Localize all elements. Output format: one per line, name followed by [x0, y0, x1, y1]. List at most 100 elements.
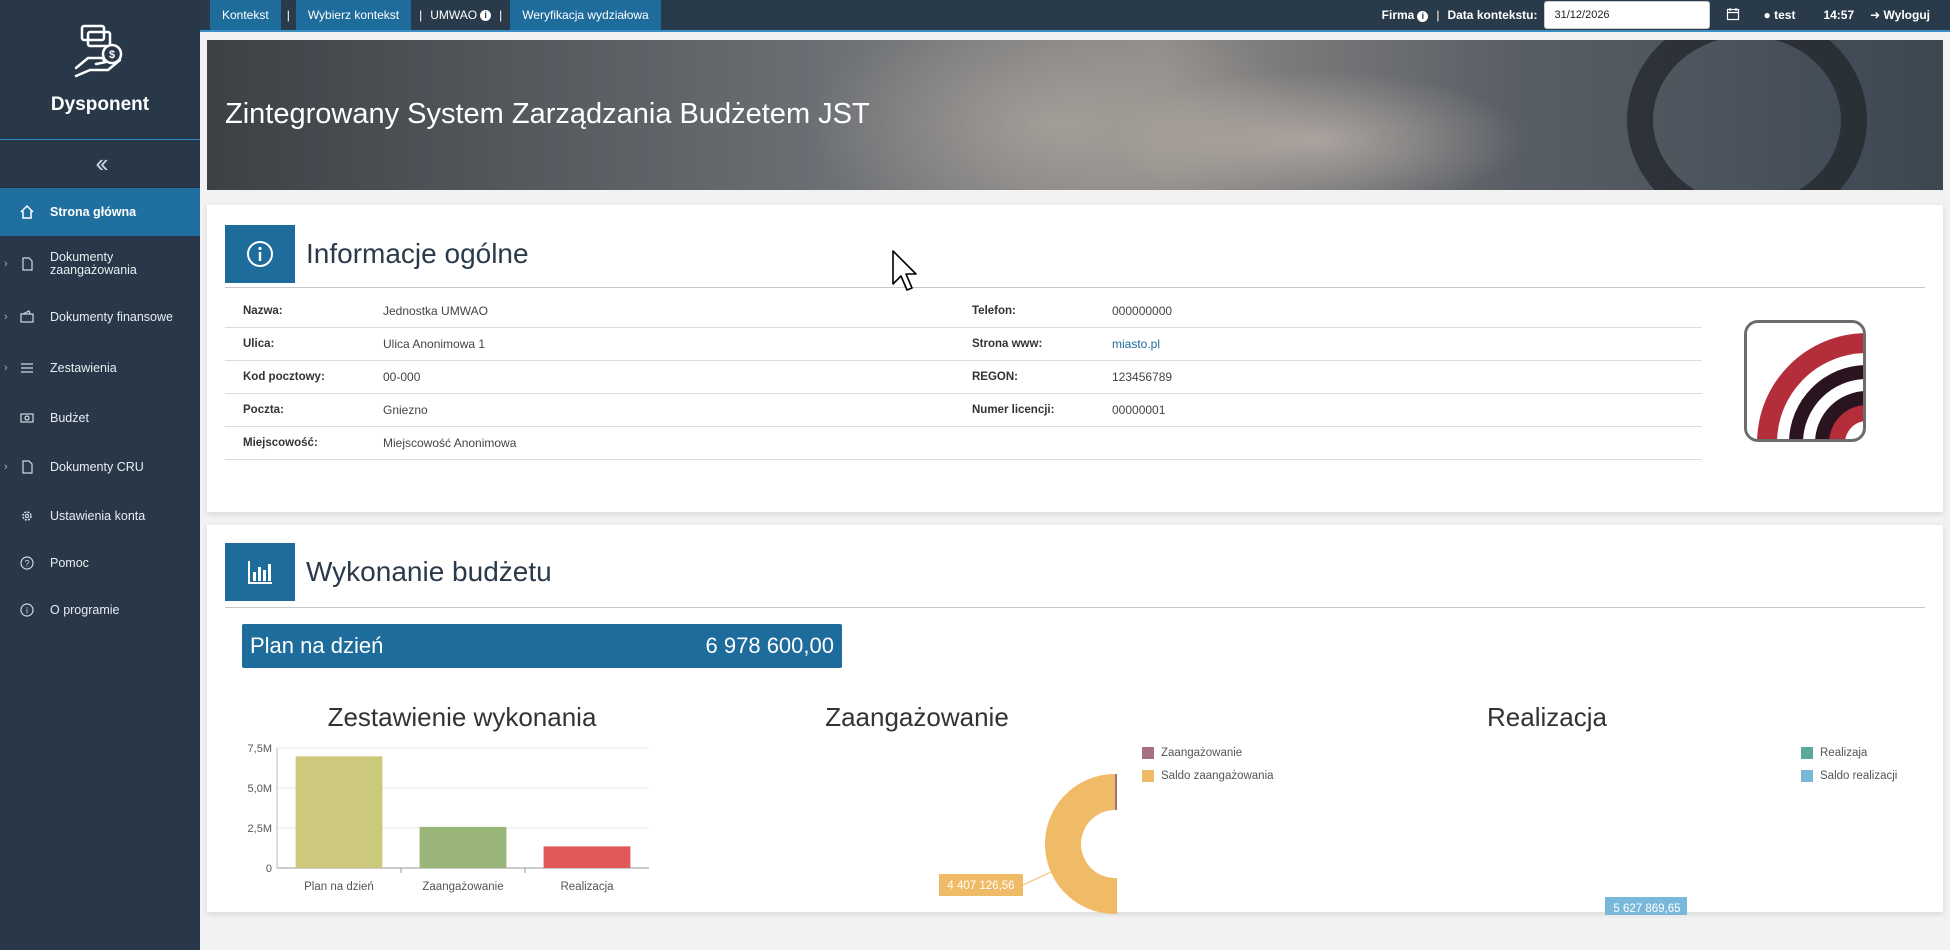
info-panel: Informacje ogólne Nazwa: Jednostka UMWAO… [207, 205, 1943, 512]
firma-label[interactable]: Firma i [1382, 8, 1429, 22]
budget-section-header: Wykonanie budżetu [225, 543, 552, 601]
legend-item[interactable]: Saldo zaangażowania [1142, 764, 1274, 787]
realizacja-legend: Realizaja Saldo realizacji [1801, 741, 1897, 787]
banner-watch-image [1627, 40, 1867, 190]
data-label: 4 407 126,56 [947, 880, 1014, 892]
strona-www-link[interactable]: miasto.pl [1112, 328, 1160, 360]
weryfikacja-wydzialowa-button[interactable]: Weryfikacja wydziałowa [510, 0, 661, 30]
divider [225, 607, 1925, 608]
chevron-right-icon: › [4, 257, 8, 270]
hero-banner: Zintegrowany System Zarządzania Budżetem… [207, 40, 1943, 190]
document-icon [18, 458, 36, 476]
bar[interactable] [295, 756, 383, 868]
info-icon: i [480, 9, 492, 21]
sidebar-item-pomoc[interactable]: ? Pomoc [0, 540, 200, 586]
separator: | [499, 8, 503, 22]
gear-icon [18, 507, 36, 525]
chart-title: Zestawienie wykonania [327, 702, 597, 732]
x-tick-label: Plan na dzień [304, 881, 374, 893]
plan-na-dzien-bar: Plan na dzień 6 978 600,00 [242, 624, 842, 668]
zaangazowanie-legend: Zaangażowanie Saldo zaangażowania [1142, 741, 1274, 787]
legend-item[interactable]: Saldo realizacji [1801, 764, 1897, 787]
mouse-cursor-icon [892, 250, 917, 291]
sidebar-item-label: Ustawienia konta [50, 509, 146, 523]
kontekst-button[interactable]: Kontekst [210, 0, 281, 30]
miejscowosc-value: Miejscowość Anonimowa [383, 436, 517, 450]
table-row: Nazwa: Jednostka UMWAO Telefon: 00000000… [225, 295, 1702, 328]
wallet-icon [18, 308, 36, 326]
ulica-value: Ulica Anonimowa 1 [383, 337, 486, 351]
app-name: Dysponent [50, 94, 150, 115]
wybierz-kontekst-label: Wybierz kontekst [307, 8, 400, 22]
data-kontekstu-input[interactable] [1543, 1, 1710, 29]
realizacja-donut-chart: 1 350 730,355 627 869,65 [1605, 897, 1687, 915]
legend-label: Saldo realizacji [1820, 769, 1898, 782]
data-kontekstu-label: Data kontekstu: [1447, 8, 1538, 22]
sidebar-item-dokumenty-finansowe[interactable]: › Dokumenty finansowe [0, 292, 200, 342]
table-row: Kod pocztowy: 00-000 REGON: 123456789 [225, 361, 1702, 394]
top-bar-right: Firmai | Data kontekstu: ● test 14:57 ➜ … [1382, 0, 1930, 30]
sidebar-item-o-programie[interactable]: i O programie [0, 586, 200, 634]
wybierz-kontekst-button[interactable]: Wybierz kontekst [295, 0, 412, 30]
kod-pocztowy-label: Kod pocztowy: [243, 371, 325, 383]
money-icon [18, 409, 36, 427]
separator: | [1436, 8, 1440, 22]
brand: $ Dysponent [0, 0, 200, 140]
separator: | [286, 8, 290, 22]
sidebar-item-label: Dokumenty zaangażowania [50, 250, 137, 277]
budget-panel: Wykonanie budżetu Plan na dzień 6 978 60… [207, 525, 1943, 915]
legend-item[interactable]: Realizaja [1801, 741, 1897, 764]
chevron-right-icon: › [4, 461, 8, 473]
table-row: Miejscowość: Miejscowość Anonimowa [225, 427, 1702, 460]
collapse-sidebar-button[interactable]: ‹‹ [0, 140, 200, 188]
sidebar-item-ustawienia-konta[interactable]: Ustawienia konta [0, 492, 200, 540]
sidebar-item-dokumenty-zaangazowania[interactable]: › Dokumenty zaangażowania [0, 236, 200, 292]
donut-slice[interactable] [1045, 774, 1117, 914]
sidebar-item-strona-glowna[interactable]: Strona główna [0, 188, 200, 236]
sidebar-item-zestawienia[interactable]: › Zestawienia [0, 342, 200, 394]
sidebar-item-dokumenty-cru[interactable]: › Dokumenty CRU [0, 442, 200, 492]
logout-icon: ➜ [1870, 8, 1881, 22]
info-table: Nazwa: Jednostka UMWAO Telefon: 00000000… [225, 295, 1702, 460]
legend-item[interactable]: Zaangażowanie [1142, 741, 1274, 764]
bar[interactable] [419, 826, 507, 868]
page-title: Zintegrowany System Zarządzania Budżetem… [225, 98, 870, 130]
user-icon: ● [1763, 8, 1771, 22]
user-menu[interactable]: ● test [1764, 8, 1796, 22]
calendar-icon[interactable] [1726, 7, 1740, 24]
sidebar-item-budzet[interactable]: Budżet [0, 394, 200, 442]
bar-chart-icon [225, 543, 295, 601]
legend-label: Zaangażowanie [1161, 746, 1243, 759]
regon-label: REGON: [972, 371, 1018, 383]
legend-label: Saldo zaangażowania [1161, 769, 1274, 782]
info-circle-icon [225, 225, 295, 283]
umwao-context[interactable]: | UMWAO i | [411, 0, 510, 30]
kod-pocztowy-value: 00-000 [383, 370, 421, 384]
clock-time: 14:57 [1823, 8, 1855, 22]
data-label: 5 627 869,65 [1613, 903, 1680, 915]
poczta-value: Gniezno [383, 403, 428, 417]
bar[interactable] [543, 846, 631, 868]
svg-text:i: i [26, 606, 28, 616]
legend-swatch [1801, 746, 1813, 759]
plan-value: 6 978 600,00 [705, 633, 834, 658]
donut-slice[interactable] [1115, 774, 1117, 891]
logout-button[interactable]: ➜ Wyloguj [1870, 8, 1930, 22]
svg-text:$: $ [109, 49, 115, 61]
sidebar-item-label: O programie [50, 603, 120, 617]
sidebar-item-label: Dokumenty finansowe [50, 310, 173, 324]
y-tick-label: 7,5M [248, 743, 272, 755]
telefon-value: 000000000 [1112, 304, 1173, 318]
info-icon: i [1417, 10, 1429, 22]
info-section-header: Informacje ogólne [225, 225, 529, 283]
zaangazowanie-donut-chart: 2 571 473,444 407 126,56 [939, 774, 1117, 914]
sidebar-item-label: Dokumenty CRU [50, 460, 144, 474]
poczta-label: Poczta: [243, 404, 284, 416]
user-name: test [1774, 8, 1796, 22]
sidebar-item-label: Pomoc [50, 556, 89, 570]
double-chevron-left-icon: ‹‹ [95, 148, 108, 178]
regon-value: 123456789 [1112, 370, 1173, 384]
y-tick-label: 5,0M [248, 783, 272, 795]
weryfikacja-label: Weryfikacja wydziałowa [522, 8, 649, 22]
table-row: Poczta: Gniezno Numer licencji: 00000001 [225, 394, 1702, 427]
